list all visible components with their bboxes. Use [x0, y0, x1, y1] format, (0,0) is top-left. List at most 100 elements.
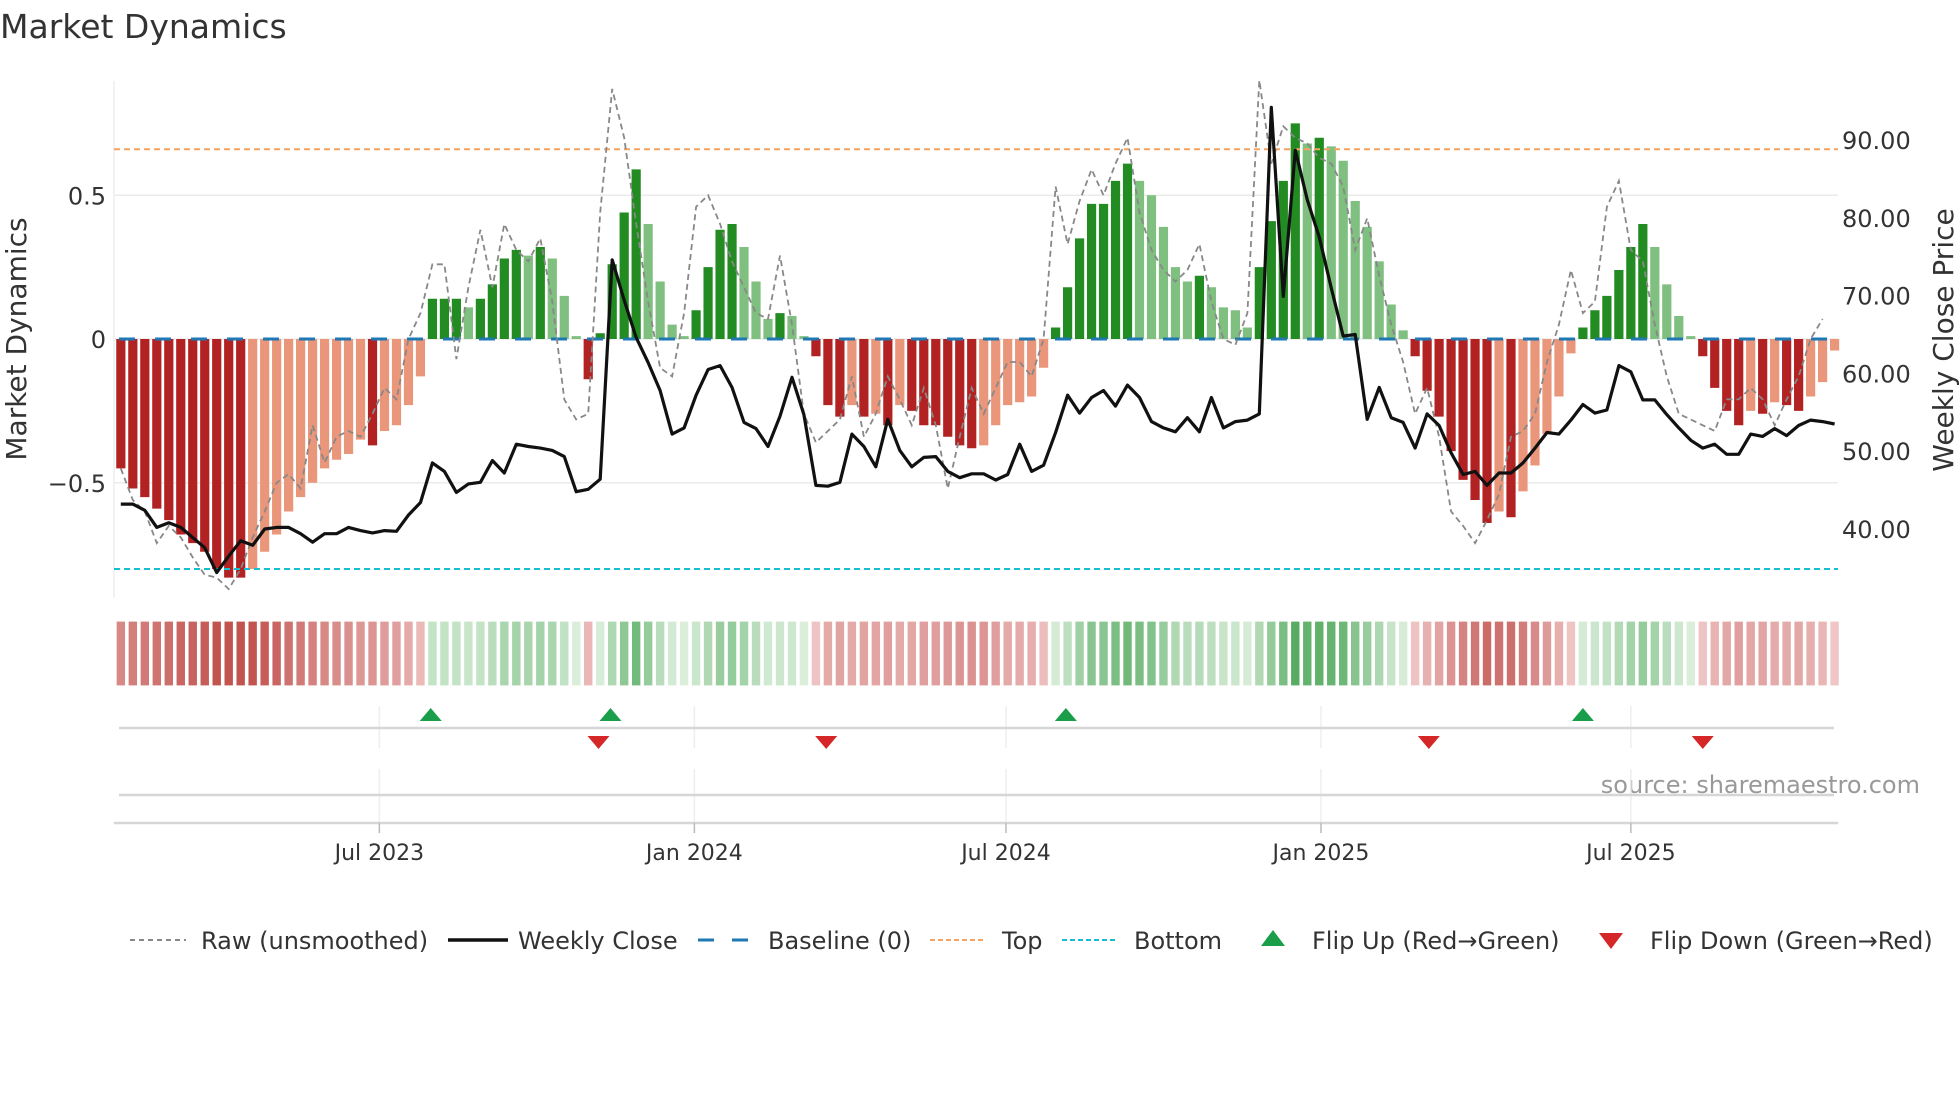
heat-strip-cell: [1769, 620, 1781, 687]
heat-strip-cell: [798, 620, 810, 687]
heat-strip-cell: [139, 620, 151, 687]
right-tick-label: 50.00: [1842, 438, 1911, 466]
heat-strip-cell: [942, 620, 954, 687]
raw-series-line: [119, 80, 1824, 591]
momentum-bar: [1051, 327, 1061, 339]
heat-strip-cell: [1553, 620, 1565, 687]
heat-strip-cell: [247, 620, 259, 687]
heat-strip-cell: [1265, 620, 1277, 687]
momentum-bar: [200, 339, 210, 552]
flip-up-marker-icon: [599, 708, 622, 721]
heat-strip-cell: [343, 620, 354, 687]
momentum-bar: [1578, 327, 1588, 339]
momentum-bar: [1422, 339, 1432, 391]
heat-strip-cell: [367, 620, 378, 687]
heat-strip-cell: [606, 620, 618, 687]
momentum-bar: [1170, 267, 1181, 339]
momentum-bar: [116, 339, 126, 469]
heat-strip-cell: [1337, 620, 1349, 687]
legend-label: Flip Down (Green→Red): [1650, 927, 1933, 955]
heat-strip-cell: [978, 620, 990, 687]
heat-strip-cell: [810, 620, 822, 687]
heat-strip-cell: [427, 620, 438, 687]
heat-strip-cell: [1721, 620, 1733, 687]
momentum-bar: [1698, 339, 1708, 357]
momentum-bar: [1098, 203, 1109, 339]
legend-item-bottom: Bottom: [1062, 927, 1222, 955]
momentum-bar: [619, 212, 629, 339]
legend: Raw (unsmoothed) Weekly Close Baseline (0)…: [130, 927, 1933, 955]
heat-strip-cell: [1086, 620, 1097, 687]
heat-strip-cell: [870, 620, 882, 687]
heat-strip-cell: [391, 620, 402, 687]
heat-strip-cell: [486, 620, 498, 687]
momentum-bar: [967, 339, 977, 449]
momentum-bar: [427, 298, 438, 339]
heat-strip-cell: [331, 620, 342, 687]
heat-strip-cell: [1649, 620, 1661, 687]
heat-strip-cell: [1661, 620, 1673, 687]
momentum-bar: [715, 229, 725, 339]
momentum-bar: [367, 339, 378, 446]
heat-strip-cell: [1469, 620, 1481, 687]
heat-strip-cell: [439, 620, 450, 687]
momentum-bar: [1794, 339, 1804, 411]
momentum-bar: [379, 339, 390, 431]
heat-strip-cell: [558, 620, 570, 687]
legend-item-baseline: Baseline (0): [698, 927, 911, 955]
momentum-bar: [1122, 163, 1133, 339]
heat-strip-cell: [1781, 620, 1793, 687]
legend-flip-up-icon: [1261, 930, 1285, 946]
momentum-bar: [727, 224, 737, 339]
left-tick-label: 0: [91, 326, 106, 354]
left-tick-label: −0.5: [48, 470, 106, 498]
heat-strip-cell: [1685, 620, 1697, 687]
flip-down-marker-icon: [1691, 736, 1714, 749]
momentum-bar: [1494, 339, 1504, 512]
momentum-bar: [1027, 339, 1037, 397]
x-tick-label: Jul 2023: [333, 841, 425, 866]
momentum-bar: [1074, 238, 1085, 339]
momentum-bar: [655, 281, 665, 339]
momentum-bar: [176, 339, 186, 535]
heat-strip-cell: [1277, 620, 1289, 687]
heat-strip-cell: [1673, 620, 1685, 687]
momentum-bar: [919, 339, 929, 426]
heat-strip-cell: [618, 620, 630, 687]
heat-strip-cell: [534, 620, 546, 687]
heat-strip-cell: [1206, 620, 1217, 687]
heat-strip-cell: [774, 620, 786, 687]
heat-strip-cell: [822, 620, 834, 687]
momentum-bar: [1218, 307, 1228, 339]
momentum-bar: [1206, 287, 1217, 339]
flip-down-marker-icon: [815, 736, 838, 749]
heat-strip-cell: [954, 620, 966, 687]
heat-strip-cell: [187, 620, 199, 687]
heat-strip-cell: [415, 620, 426, 687]
x-tick-label: Jan 2025: [1271, 841, 1370, 866]
momentum-bar: [319, 339, 330, 469]
momentum-bar: [1746, 339, 1756, 411]
heat-strip-cell: [1253, 620, 1265, 687]
momentum-bar: [943, 339, 953, 437]
momentum-bar: [487, 284, 497, 339]
x-tick-label: Jul 2024: [959, 841, 1051, 866]
heat-strip-cell: [223, 620, 235, 687]
legend-label: Weekly Close: [518, 927, 678, 955]
momentum-bar: [523, 255, 533, 339]
momentum-bar: [463, 307, 473, 339]
heat-strip-cell: [546, 620, 558, 687]
momentum-bar: [679, 336, 689, 339]
heat-strip-cell: [379, 620, 390, 687]
heat-strip-cell: [858, 620, 870, 687]
heat-strip-cell: [1529, 620, 1541, 687]
heat-strip-cell: [1301, 620, 1313, 687]
momentum-bar: [703, 267, 713, 339]
momentum-bar: [1266, 221, 1276, 339]
heat-strip-cell: [235, 620, 247, 687]
heat-strip-cell: [1146, 620, 1157, 687]
momentum-bar: [1506, 339, 1516, 518]
chart-title: Market Dynamics: [0, 7, 287, 46]
heat-strip-cell: [1098, 620, 1109, 687]
flip-down-marker-icon: [1417, 736, 1440, 749]
